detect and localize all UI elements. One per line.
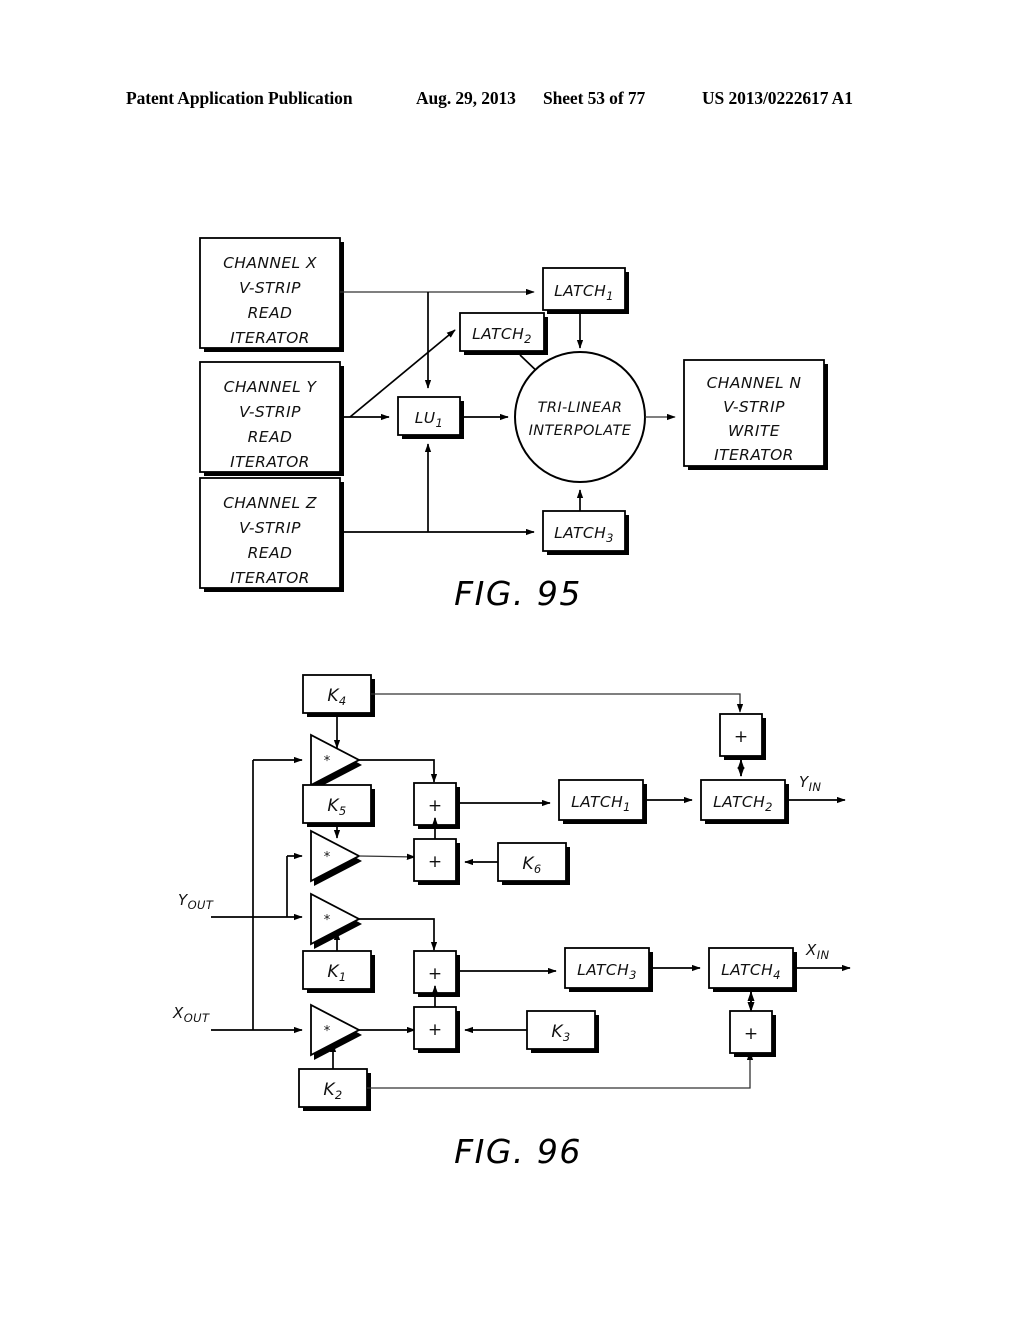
node-tri-linear-interpolate: TRI-LINEAR INTERPOLATE bbox=[514, 351, 646, 483]
node-adder-4: + bbox=[413, 1006, 460, 1053]
channel-n-l1: CHANNEL N bbox=[707, 374, 802, 392]
node-k1: K1 bbox=[302, 950, 375, 993]
node-adder-2: + bbox=[413, 838, 460, 885]
node-fig96-latch4: LATCH4 bbox=[708, 947, 797, 992]
node-k4: K4 bbox=[302, 674, 375, 717]
node-adder-bottom: + bbox=[729, 1010, 776, 1057]
fig96-latch2-label: LATCH2 bbox=[713, 793, 773, 814]
adder-bottom-symbol: + bbox=[744, 1024, 758, 1044]
channel-x-line1: CHANNEL X bbox=[223, 254, 317, 272]
figure-96-caption: FIG. 96 bbox=[454, 1132, 582, 1171]
node-fig96-latch2: LATCH2 bbox=[700, 779, 789, 824]
fig96-latch1-label: LATCH1 bbox=[571, 793, 631, 814]
figure-95-caption: FIG. 95 bbox=[454, 574, 582, 613]
channel-x-line3: READ bbox=[248, 304, 293, 322]
node-latch2: LATCH2 bbox=[459, 312, 548, 355]
node-adder-3: + bbox=[413, 950, 460, 997]
latch2-label: LATCH2 bbox=[472, 325, 532, 346]
mult2-symbol: * bbox=[324, 850, 331, 865]
channel-y-line2: V-STRIP bbox=[239, 403, 301, 421]
node-multiplier-4: * bbox=[310, 1003, 362, 1060]
channel-y-line1: CHANNEL Y bbox=[224, 378, 318, 396]
wire-mult3-to-adder3 bbox=[359, 918, 438, 951]
interpolate-line2: INTERPOLATE bbox=[529, 423, 632, 439]
node-k3: K3 bbox=[526, 1010, 599, 1053]
channel-x-line2: V-STRIP bbox=[239, 279, 301, 297]
patent-drawings: CHANNEL X V-STRIP READ ITERATOR CHANNEL … bbox=[172, 237, 851, 1171]
channel-y-line3: READ bbox=[248, 428, 293, 446]
latch1-label: LATCH1 bbox=[554, 282, 614, 303]
adder-top-symbol: + bbox=[734, 727, 748, 747]
wire-mult2-to-adder2 bbox=[358, 853, 416, 861]
channel-z-line2: V-STRIP bbox=[239, 519, 301, 537]
adder4-symbol: + bbox=[428, 1020, 442, 1040]
wire-k2-to-adder-bottom bbox=[367, 1051, 754, 1089]
channel-n-l3: WRITE bbox=[728, 422, 780, 440]
wire-k4-to-adder-top bbox=[371, 693, 744, 713]
channel-y-line4: ITERATOR bbox=[230, 453, 310, 471]
node-k5: K5 bbox=[302, 784, 375, 827]
adder2-symbol: + bbox=[428, 852, 442, 872]
node-channel-n-write-iterator: CHANNEL N V-STRIP WRITE ITERATOR bbox=[683, 359, 828, 470]
input-x-out: XOUT bbox=[172, 1004, 303, 1034]
interpolate-line1: TRI-LINEAR bbox=[538, 400, 623, 416]
y-out-label: YOUT bbox=[178, 891, 214, 912]
node-fig96-latch1: LATCH1 bbox=[558, 779, 647, 824]
mult1-symbol: * bbox=[324, 754, 331, 769]
patent-page: Patent Application Publication Aug. 29, … bbox=[0, 0, 1024, 1320]
figure-96: K4 * K5 * * * K1 K2 YOUT XOUT + + K6 + +… bbox=[172, 674, 851, 1171]
adder3-symbol: + bbox=[428, 964, 442, 984]
channel-z-line3: READ bbox=[248, 544, 293, 562]
node-adder-1: + bbox=[413, 782, 460, 829]
node-adder-top: + bbox=[719, 713, 766, 760]
x-in-label: XIN bbox=[805, 941, 829, 962]
node-channel-z-read-iterator: CHANNEL Z V-STRIP READ ITERATOR bbox=[199, 477, 344, 592]
node-multiplier-2: * bbox=[310, 829, 362, 886]
node-latch3: LATCH3 bbox=[542, 510, 629, 555]
channel-n-l4: ITERATOR bbox=[714, 446, 794, 464]
node-channel-x-read-iterator: CHANNEL X V-STRIP READ ITERATOR bbox=[199, 237, 344, 352]
y-in-label: YIN bbox=[799, 773, 821, 794]
input-y-out: YOUT bbox=[178, 891, 303, 921]
node-latch1: LATCH1 bbox=[542, 267, 629, 314]
channel-n-l2: V-STRIP bbox=[723, 398, 785, 416]
node-fig96-latch3: LATCH3 bbox=[564, 947, 653, 992]
adder1-symbol: + bbox=[428, 796, 442, 816]
fig96-latch4-label: LATCH4 bbox=[721, 961, 781, 982]
node-k6: K6 bbox=[497, 842, 570, 885]
node-channel-y-read-iterator: CHANNEL Y V-STRIP READ ITERATOR bbox=[199, 361, 344, 476]
node-lu1: LU1 bbox=[397, 396, 464, 439]
fig96-latch3-label: LATCH3 bbox=[577, 961, 637, 982]
channel-z-line4: ITERATOR bbox=[230, 569, 310, 587]
channel-x-line4: ITERATOR bbox=[230, 329, 310, 347]
x-out-label: XOUT bbox=[172, 1004, 210, 1025]
node-k2: K2 bbox=[298, 1068, 371, 1111]
mult4-symbol: * bbox=[324, 1024, 331, 1039]
mult3-symbol: * bbox=[324, 913, 331, 928]
channel-z-line1: CHANNEL Z bbox=[223, 494, 317, 512]
wire-mult1-to-adder1 bbox=[359, 759, 438, 783]
figure-95: CHANNEL X V-STRIP READ ITERATOR CHANNEL … bbox=[199, 237, 828, 613]
latch3-label: LATCH3 bbox=[554, 524, 614, 545]
